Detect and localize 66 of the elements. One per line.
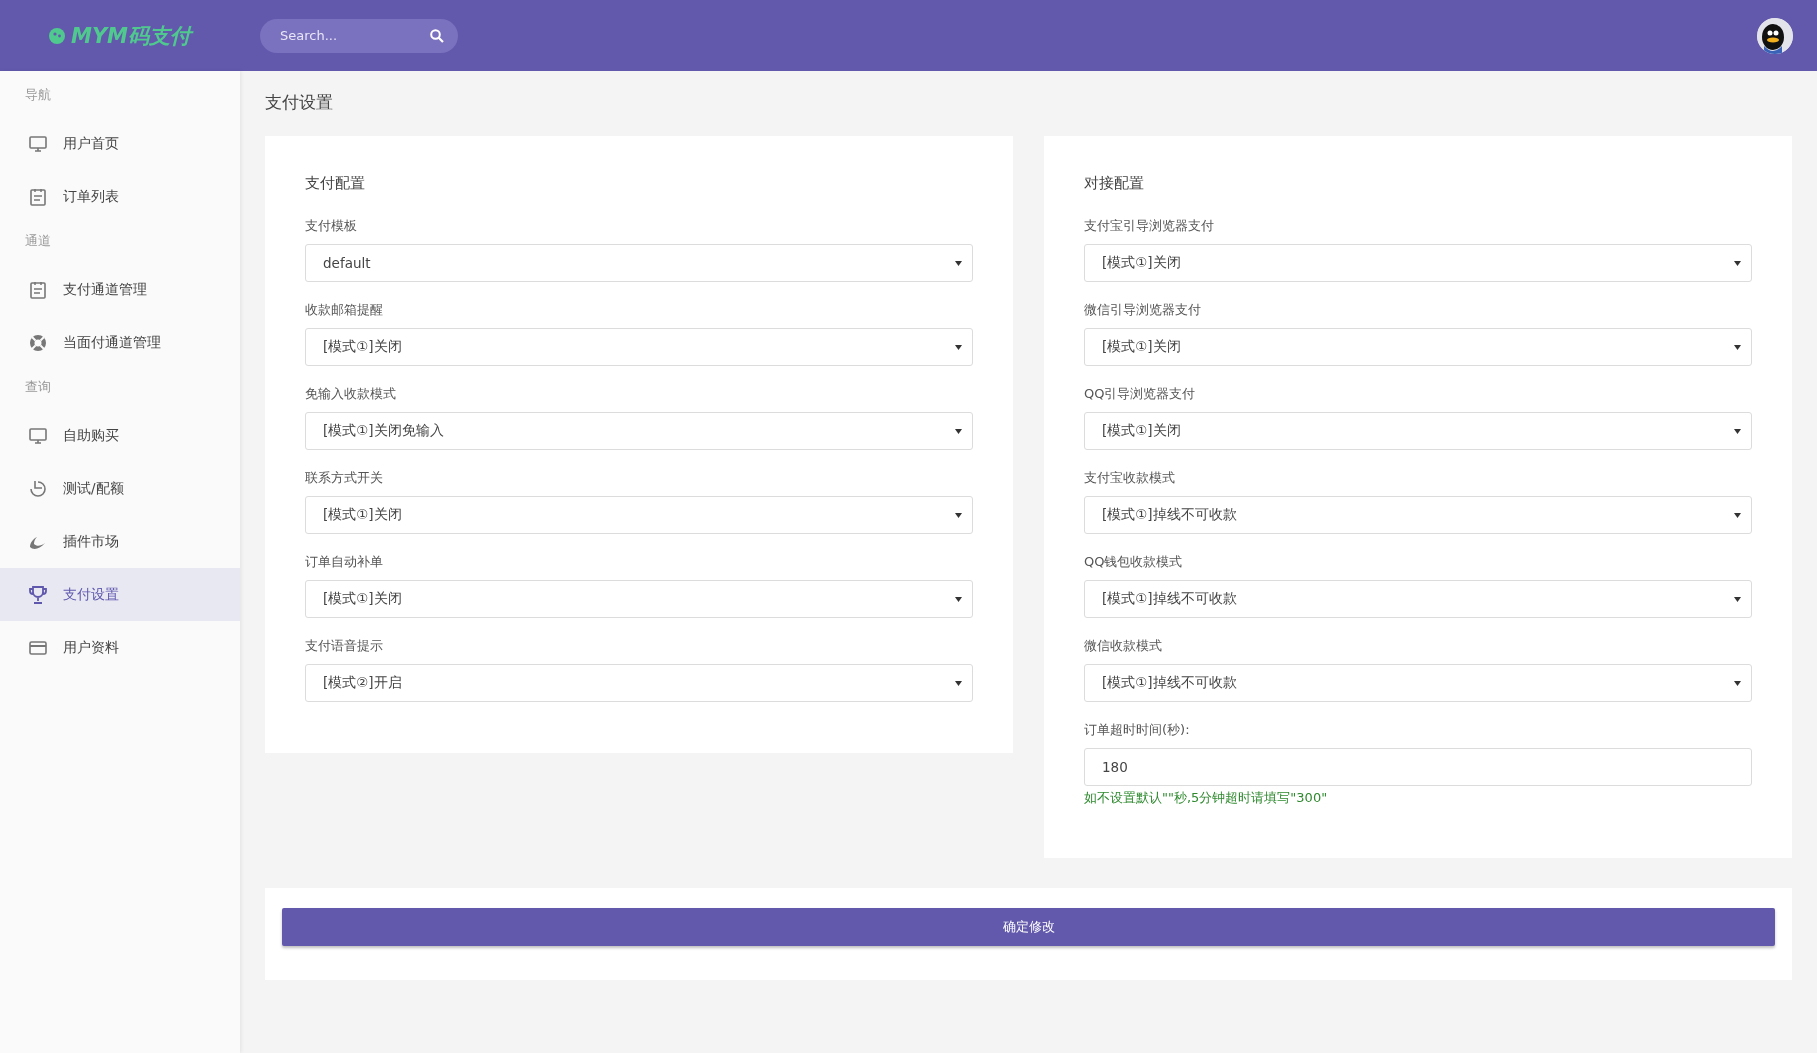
field-label: 免输入收款模式 — [305, 385, 397, 403]
sidebar-item[interactable]: 测试/配额 — [0, 462, 240, 515]
sidebar-item[interactable]: 支付通道管理 — [0, 263, 240, 316]
caret-icon — [1734, 512, 1741, 518]
hint-text: 如不设置默认""秒,5分钟超时请填写"300" — [1084, 789, 1329, 807]
select-field[interactable]: [模式①]关闭 — [305, 328, 973, 366]
field-label: 微信收款模式 — [1084, 637, 1163, 655]
select-field[interactable]: [模式①]关闭 — [1084, 328, 1752, 366]
avatar-icon[interactable] — [1757, 17, 1793, 54]
input-field[interactable]: 180 — [1084, 748, 1752, 786]
nav-section-header: 导航 — [24, 86, 52, 104]
select-field[interactable]: [模式①]关闭 — [1084, 412, 1752, 450]
caret-icon — [1734, 260, 1741, 266]
lifebuoy-icon — [28, 332, 48, 353]
caret-icon — [1734, 680, 1741, 686]
field-label: QQ引导浏览器支付 — [1084, 385, 1197, 403]
caret-icon — [1734, 596, 1741, 602]
select-field[interactable]: [模式①]掉线不可收款 — [1084, 580, 1752, 618]
sidebar-item[interactable]: 自助购买 — [0, 409, 240, 462]
sidebar-item[interactable]: 用户首页 — [0, 117, 240, 170]
search-field[interactable]: Search... — [260, 18, 458, 53]
nav-section-header: 查询 — [24, 378, 52, 396]
field-label: 支付模板 — [305, 217, 358, 235]
field-label: QQ钱包收款模式 — [1084, 553, 1184, 571]
caret-icon — [955, 512, 962, 518]
logo-icon — [49, 27, 65, 44]
card-title: 支付配置 — [305, 174, 366, 193]
page-title: 支付设置 — [265, 91, 334, 114]
select-field[interactable]: [模式①]关闭 — [305, 580, 973, 618]
caret-icon — [955, 680, 962, 686]
caret-icon — [955, 596, 962, 602]
clipboard-icon — [28, 279, 48, 300]
search-icon[interactable] — [430, 28, 444, 43]
caret-icon — [955, 260, 962, 266]
field-label: 收款邮箱提醒 — [305, 301, 384, 319]
field-label: 联系方式开关 — [305, 469, 384, 487]
select-field[interactable]: [模式①]关闭 — [305, 496, 973, 534]
caret-icon — [1734, 344, 1741, 350]
field-label: 支付宝引导浏览器支付 — [1084, 217, 1215, 235]
nav-section-header: 通道 — [24, 232, 52, 250]
sidebar-item[interactable]: 用户资料 — [0, 621, 240, 674]
monitor-icon — [28, 425, 48, 446]
caret-icon — [1734, 428, 1741, 434]
trophy-icon — [28, 584, 48, 605]
select-field[interactable]: [模式①]掉线不可收款 — [1084, 496, 1752, 534]
caret-icon — [955, 428, 962, 434]
monitor-icon — [28, 133, 48, 154]
clipboard-icon — [28, 186, 48, 207]
field-label: 支付宝收款模式 — [1084, 469, 1176, 487]
pie-chart-icon — [28, 478, 48, 499]
field-label: 订单自动补单 — [305, 553, 384, 571]
sidebar-item[interactable]: 插件市场 — [0, 515, 240, 568]
select-field[interactable]: default — [305, 244, 973, 282]
field-label: 微信引导浏览器支付 — [1084, 301, 1202, 319]
sidebar-item[interactable]: 订单列表 — [0, 170, 240, 223]
select-field[interactable]: [模式①]关闭 — [1084, 244, 1752, 282]
select-field[interactable]: [模式②]开启 — [305, 664, 973, 702]
field-label: 支付语音提示 — [305, 637, 384, 655]
submit-button[interactable]: 确定修改 — [282, 908, 1775, 946]
sidebar-item[interactable]: 支付设置 — [0, 568, 240, 621]
select-field[interactable]: [模式①]掉线不可收款 — [1084, 664, 1752, 702]
field-label: 订单超时时间(秒): — [1084, 721, 1191, 739]
select-field[interactable]: [模式①]关闭免输入 — [305, 412, 973, 450]
sidebar-item[interactable]: 当面付通道管理 — [0, 316, 240, 369]
caret-icon — [955, 344, 962, 350]
card-title: 对接配置 — [1084, 174, 1145, 193]
